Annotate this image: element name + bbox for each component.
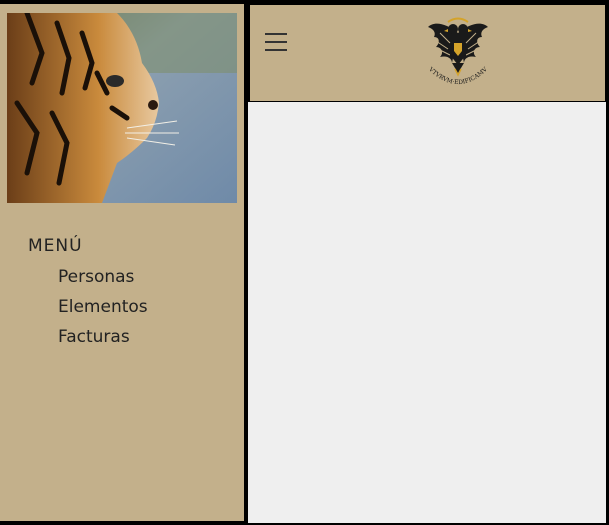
sidebar-menu: MENÚ Personas Elementos Facturas [28, 236, 148, 352]
top-header: FVTVRVM·EDIFICAMVS [249, 4, 606, 103]
menu-title: MENÚ [28, 236, 83, 256]
main-content [248, 102, 606, 523]
menu-list: Personas Elementos Facturas [28, 262, 148, 352]
tiger-photo [7, 13, 237, 203]
hamburger-menu-icon[interactable] [265, 31, 289, 53]
eagle-logo: FVTVRVM·EDIFICAMVS [424, 8, 490, 93]
sidebar: MENÚ Personas Elementos Facturas [0, 4, 246, 521]
menu-item-personas[interactable]: Personas [58, 262, 148, 292]
menu-item-facturas[interactable]: Facturas [58, 322, 148, 352]
menu-item-elementos[interactable]: Elementos [58, 292, 148, 322]
